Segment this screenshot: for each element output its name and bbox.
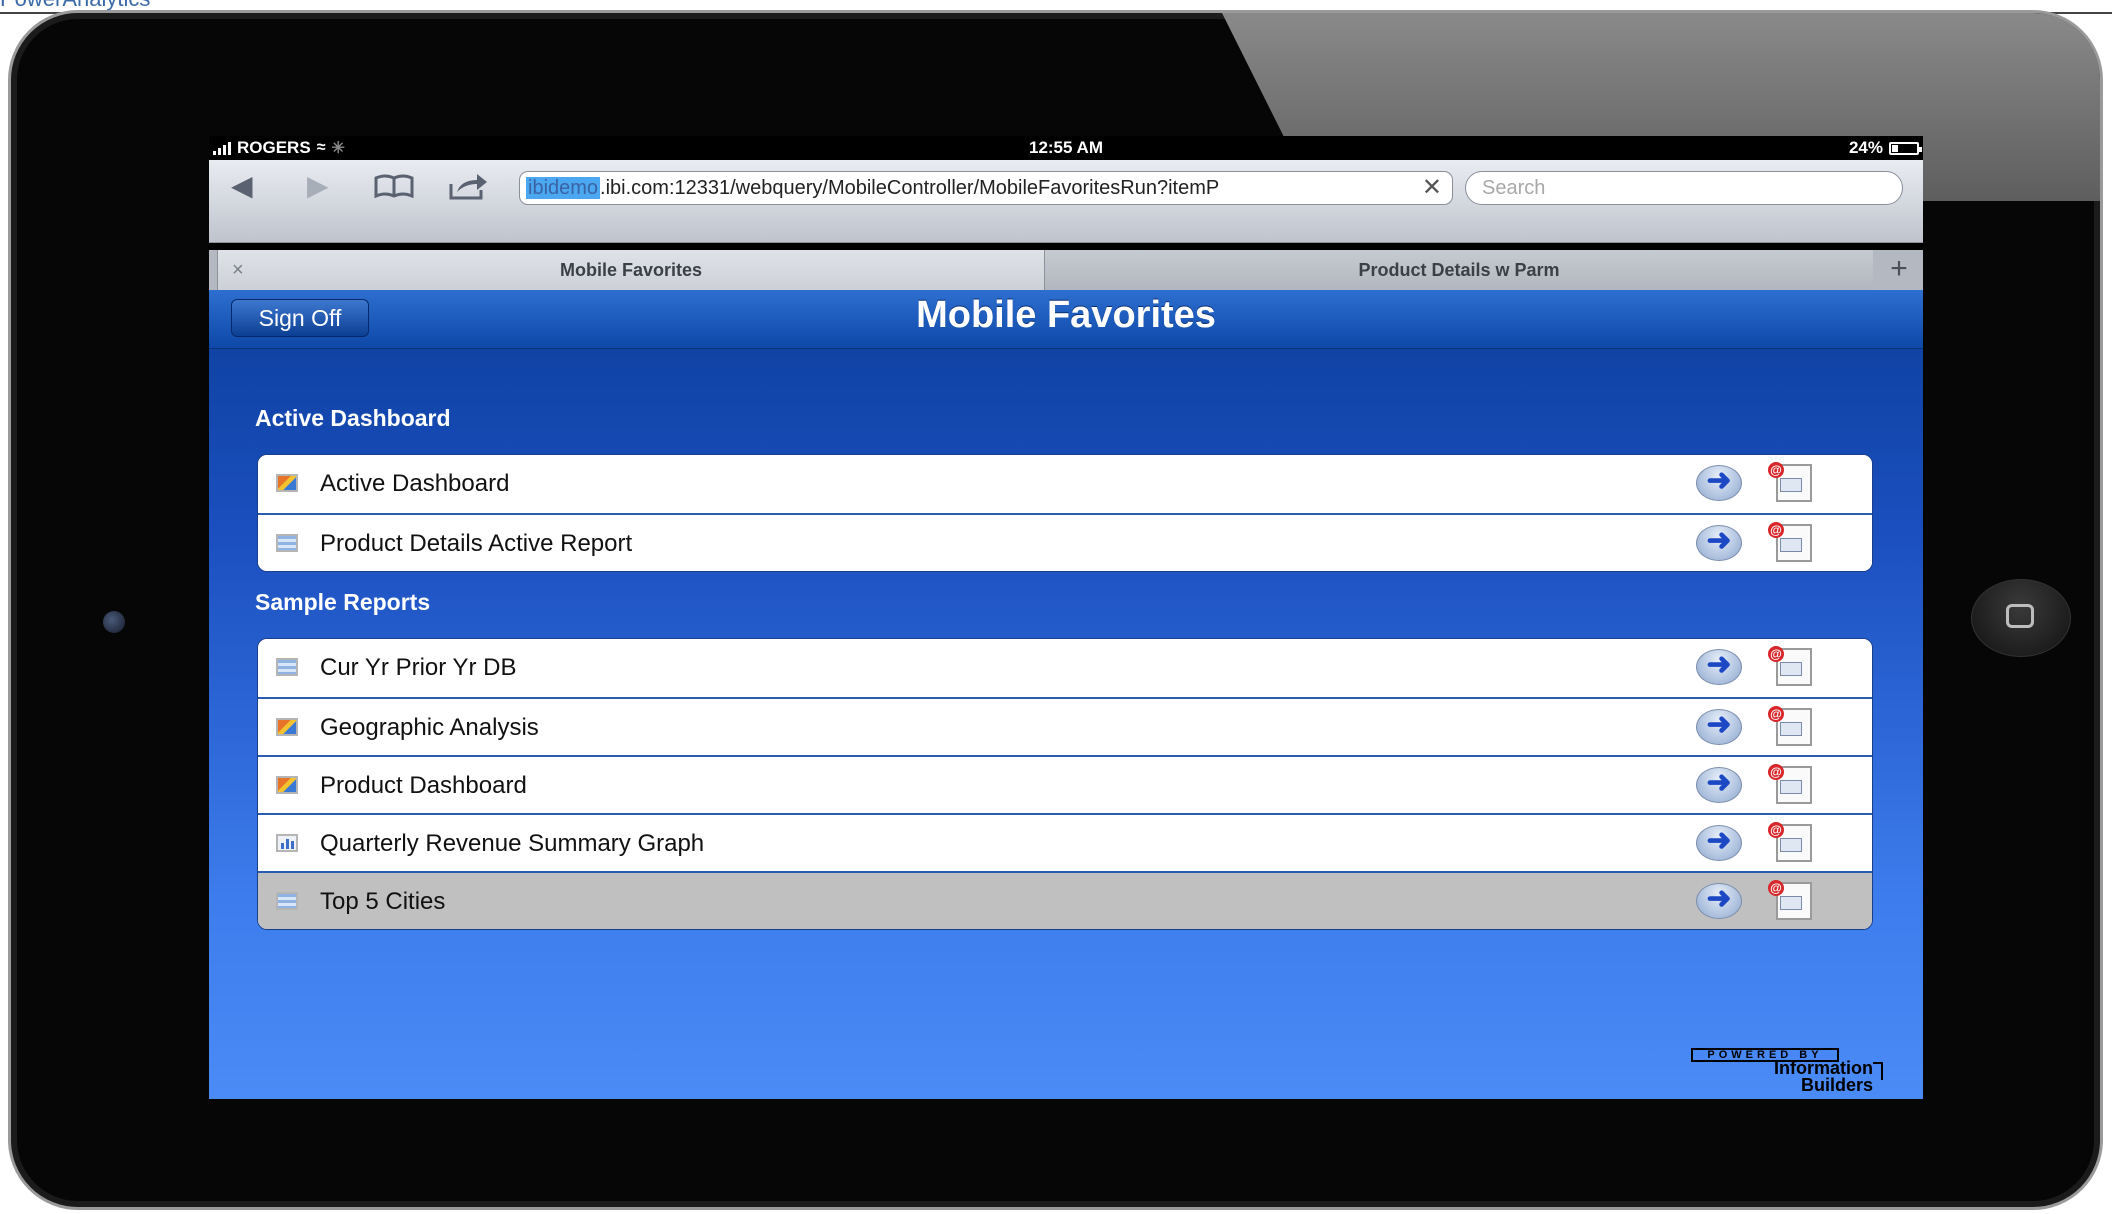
information-builders-logo: POWERED BY Information Builders — [1691, 1048, 1887, 1094]
url-bar[interactable]: ibidemo .ibi.com:12331/webquery/MobileCon… — [519, 171, 1453, 205]
email-icon[interactable]: @ — [1768, 462, 1814, 504]
email-icon[interactable]: @ — [1768, 646, 1814, 688]
list-group-sample-reports: Cur Yr Prior Yr DB ➜ @ Geographic Analys… — [257, 638, 1873, 930]
search-input[interactable]: Search — [1465, 171, 1903, 205]
list-item-label: Geographic Analysis — [320, 714, 539, 741]
device-screen: ROGERS ≈ ✳ 12:55 AM 24% ◀ ▶ ibidemo .ibi.… — [209, 136, 1923, 1099]
email-icon[interactable]: @ — [1768, 522, 1814, 564]
run-arrow-icon[interactable]: ➜ — [1696, 649, 1742, 685]
camera-icon — [103, 611, 125, 633]
list-item-label: Top 5 Cities — [320, 888, 446, 915]
status-time: 12:55 AM — [1028, 138, 1103, 157]
run-arrow-icon[interactable]: ➜ — [1696, 465, 1742, 501]
email-icon[interactable]: @ — [1768, 764, 1814, 806]
tab-label: Mobile Favorites — [559, 260, 703, 280]
email-icon[interactable]: @ — [1768, 880, 1814, 922]
dashboard-icon — [276, 718, 298, 736]
report-icon — [276, 892, 298, 910]
tab-bar: × Mobile Favorites Product Details w Par… — [209, 250, 1923, 290]
list-item[interactable]: Product Details Active Report ➜ @ — [258, 513, 1872, 571]
tab-close-icon[interactable]: × — [232, 250, 244, 290]
logo-line2: Builders — [1800, 1075, 1873, 1095]
run-arrow-icon[interactable]: ➜ — [1696, 709, 1742, 745]
url-text: .ibi.com:12331/webquery/MobileController… — [600, 177, 1220, 199]
run-arrow-icon[interactable]: ➜ — [1696, 883, 1742, 919]
battery-percent: 24% — [1848, 138, 1883, 157]
list-group-active-dashboard: Active Dashboard ➜ @ Product Details Act… — [257, 454, 1873, 572]
report-icon — [276, 534, 298, 552]
home-square-icon — [2006, 604, 2034, 628]
status-bar: ROGERS ≈ ✳ 12:55 AM 24% — [209, 136, 1923, 160]
page-fragment: PowerAnalytics — [0, 0, 150, 10]
tab-label: Product Details w Parm — [1358, 260, 1560, 280]
run-arrow-icon[interactable]: ➜ — [1696, 825, 1742, 861]
page-title: Mobile Favorites — [916, 294, 1216, 336]
list-item[interactable]: Geographic Analysis ➜ @ — [258, 697, 1872, 755]
app-content: Mobile Favorites Sign Off Active Dashboa… — [209, 290, 1923, 1099]
list-item[interactable]: Quarterly Revenue Summary Graph ➜ @ — [258, 813, 1872, 871]
dashboard-icon — [276, 776, 298, 794]
graph-icon — [276, 834, 298, 852]
report-icon — [276, 658, 298, 676]
email-icon[interactable]: @ — [1768, 822, 1814, 864]
list-item-label: Product Details Active Report — [320, 530, 633, 557]
run-arrow-icon[interactable]: ➜ — [1696, 767, 1742, 803]
share-icon[interactable] — [447, 172, 489, 207]
clear-url-icon[interactable]: ✕ — [1422, 172, 1442, 204]
run-arrow-icon[interactable]: ➜ — [1696, 525, 1742, 561]
tab-product-details[interactable]: Product Details w Parm — [1045, 250, 1873, 290]
new-tab-button[interactable]: + — [1875, 250, 1923, 290]
app-header: Mobile Favorites Sign Off — [209, 290, 1923, 349]
home-button[interactable] — [1971, 579, 2071, 657]
email-icon[interactable]: @ — [1768, 706, 1814, 748]
dashboard-icon — [276, 474, 298, 492]
forward-button[interactable]: ▶ — [307, 172, 329, 200]
tab-mobile-favorites[interactable]: × Mobile Favorites — [217, 250, 1045, 290]
browser-toolbar: ◀ ▶ ibidemo .ibi.com:12331/webquery/Mobil… — [209, 160, 1923, 243]
bookmarks-icon[interactable] — [373, 172, 415, 205]
list-item-label: Product Dashboard — [320, 772, 527, 799]
list-item[interactable]: Product Dashboard ➜ @ — [258, 755, 1872, 813]
section-title: Active Dashboard — [255, 405, 451, 431]
url-selected-text: ibidemo — [526, 177, 601, 199]
list-item-label: Active Dashboard — [320, 470, 510, 497]
battery-icon — [1889, 141, 1922, 155]
section-title: Sample Reports — [255, 589, 431, 615]
back-button[interactable]: ◀ — [231, 172, 253, 200]
ipad-frame: ROGERS ≈ ✳ 12:55 AM 24% ◀ ▶ ibidemo .ibi.… — [8, 10, 2103, 1210]
list-item-selected[interactable]: Top 5 Cities ➜ @ — [258, 871, 1872, 929]
list-item[interactable]: Cur Yr Prior Yr DB ➜ @ — [258, 639, 1872, 697]
sign-off-button[interactable]: Sign Off — [231, 299, 369, 337]
list-item[interactable]: Active Dashboard ➜ @ — [258, 455, 1872, 513]
list-item-label: Cur Yr Prior Yr DB — [320, 654, 517, 681]
list-item-label: Quarterly Revenue Summary Graph — [320, 830, 705, 857]
